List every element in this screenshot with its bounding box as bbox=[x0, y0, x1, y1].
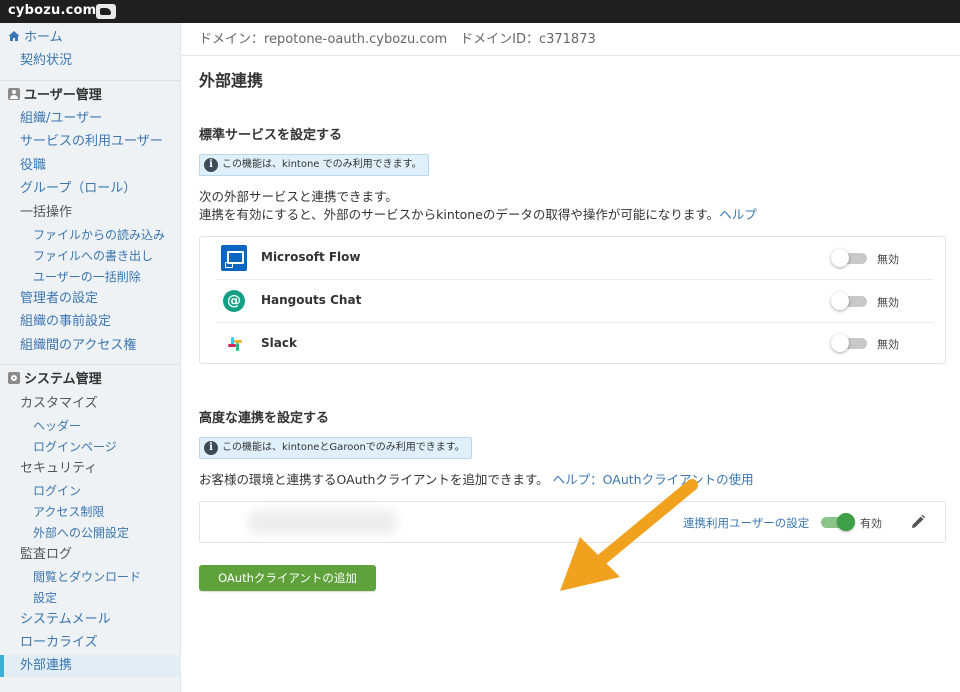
cybozu-mark-icon[interactable] bbox=[96, 4, 116, 19]
advanced-integration-title: 高度な連携を設定する bbox=[199, 411, 330, 426]
sidebar-item-security: セキュリティ bbox=[20, 461, 98, 476]
sidebar-item-login[interactable]: ログイン bbox=[0, 480, 181, 502]
sidebar-item-org-access[interactable]: 組織間のアクセス権 bbox=[0, 335, 181, 357]
sidebar-divider bbox=[0, 80, 181, 81]
sidebar-item-export[interactable]: ファイルへの書き出し bbox=[0, 245, 181, 267]
sidebar-item-login-page[interactable]: ログインページ bbox=[0, 436, 181, 458]
hangouts-chat-toggle[interactable] bbox=[831, 292, 869, 310]
sidebar-group-system-admin: システム管理 bbox=[0, 369, 181, 391]
sidebar-item-service-users[interactable]: サービスの利用ユーザー bbox=[0, 131, 181, 153]
slack-toggle[interactable] bbox=[831, 334, 869, 352]
cybozu-logo[interactable]: cybozu.com bbox=[8, 3, 96, 18]
standard-description: 次の外部サービスと連携できます。 bbox=[199, 189, 398, 204]
top-bar: cybozu.com bbox=[0, 0, 960, 23]
sidebar-item-bulk-ops: 一括操作 bbox=[20, 205, 73, 220]
standard-services-title: 標準サービスを設定する bbox=[199, 128, 343, 143]
advanced-description-text: お客様の環境と連携するOAuthクライアントを追加できます。 bbox=[199, 472, 549, 487]
toggle-state-label: 無効 bbox=[877, 338, 899, 351]
service-row-microsoft-flow: Microsoft Flow 無効 bbox=[200, 237, 945, 279]
sidebar-item-label: ホーム bbox=[24, 30, 63, 45]
edit-pencil-icon[interactable] bbox=[910, 514, 926, 530]
sidebar-item-audit-log: 監査ログ bbox=[20, 547, 73, 562]
sidebar-item-external-sharing[interactable]: 外部への公開設定 bbox=[0, 522, 181, 544]
oauth-client-name-redacted bbox=[248, 510, 398, 534]
sidebar-item-org-users[interactable]: 組織/ユーザー bbox=[0, 108, 181, 130]
sidebar-group-label: システム管理 bbox=[24, 372, 102, 387]
user-admin-icon bbox=[8, 88, 20, 100]
standard-description-text: 連携を有効にすると、外部のサービスからkintoneのデータの取得や操作が可能に… bbox=[199, 207, 720, 222]
sidebar-item-org-presets[interactable]: 組織の事前設定 bbox=[0, 311, 181, 333]
sidebar-item-system-mail[interactable]: システムメール bbox=[0, 609, 181, 631]
info-icon: i bbox=[204, 158, 218, 172]
sidebar-item-localize[interactable]: ローカライズ bbox=[0, 632, 181, 654]
annotation-arrow bbox=[560, 479, 698, 591]
help-link[interactable]: ヘルプ bbox=[719, 207, 757, 222]
sidebar-group-user-admin: ユーザー管理 bbox=[0, 85, 181, 107]
microsoft-flow-icon bbox=[221, 245, 247, 271]
sidebar-item-view-download[interactable]: 閲覧とダウンロード bbox=[0, 566, 181, 588]
service-name: Slack bbox=[261, 336, 297, 350]
notice-text: この機能は、kintone でのみ利用できます。 bbox=[222, 159, 422, 170]
sidebar-item-customize: カスタマイズ bbox=[20, 396, 98, 411]
advanced-notice: i この機能は、kintoneとGaroonでのみ利用できます。 bbox=[199, 437, 472, 459]
page-title: 外部連携 bbox=[199, 71, 264, 90]
sidebar-divider bbox=[0, 364, 181, 365]
sidebar-item-groups[interactable]: グループ（ロール） bbox=[0, 178, 181, 200]
standard-notice: i この機能は、kintone でのみ利用できます。 bbox=[199, 154, 429, 176]
sidebar-item-contract[interactable]: 契約状況 bbox=[0, 50, 181, 72]
sidebar-item-home[interactable]: ホーム bbox=[0, 27, 181, 49]
sidebar-item-admin-settings[interactable]: 管理者の設定 bbox=[0, 288, 181, 310]
microsoft-flow-toggle[interactable] bbox=[831, 249, 869, 267]
sidebar-item-audit-settings[interactable]: 設定 bbox=[0, 587, 181, 609]
standard-description-2: 連携を有効にすると、外部のサービスからkintoneのデータの取得や操作が可能に… bbox=[199, 204, 757, 223]
sidebar-item-bulk-delete[interactable]: ユーザーの一括削除 bbox=[0, 266, 181, 288]
domain-info: ドメイン：repotone-oauth.cybozu.com ドメインID：c3… bbox=[182, 23, 960, 56]
notice-text: この機能は、kintoneとGaroonでのみ利用できます。 bbox=[222, 442, 465, 453]
hangouts-chat-icon: @ bbox=[223, 290, 245, 312]
service-name: Microsoft Flow bbox=[261, 250, 361, 264]
sidebar-item-access-restriction[interactable]: アクセス制限 bbox=[0, 501, 181, 523]
toggle-state-label: 無効 bbox=[877, 253, 899, 266]
info-icon: i bbox=[204, 441, 218, 455]
service-list: Microsoft Flow 無効 @ Hangouts Chat 無効 Sla… bbox=[199, 236, 946, 364]
oauth-client-toggle[interactable] bbox=[817, 513, 855, 531]
add-oauth-client-button[interactable]: OAuthクライアントの追加 bbox=[199, 565, 376, 591]
sidebar-item-import[interactable]: ファイルからの読み込み bbox=[0, 224, 181, 246]
service-row-hangouts-chat: @ Hangouts Chat 無効 bbox=[200, 280, 945, 322]
service-name: Hangouts Chat bbox=[261, 293, 362, 307]
toggle-state-label: 有効 bbox=[860, 517, 882, 530]
sidebar-item-header[interactable]: ヘッダー bbox=[0, 415, 181, 437]
main-content: ドメイン：repotone-oauth.cybozu.com ドメインID：c3… bbox=[182, 23, 960, 692]
service-row-slack: Slack 無効 bbox=[200, 323, 945, 365]
slack-icon bbox=[227, 336, 243, 352]
toggle-state-label: 無効 bbox=[877, 296, 899, 309]
home-icon bbox=[8, 28, 20, 41]
sidebar-group-label: ユーザー管理 bbox=[24, 88, 102, 103]
sidebar-item-external-integration[interactable]: 外部連携 bbox=[0, 655, 181, 677]
system-admin-icon bbox=[8, 372, 20, 384]
sidebar-item-roles[interactable]: 役職 bbox=[0, 155, 181, 177]
admin-sidebar: ホーム 契約状況 ユーザー管理 組織/ユーザー サービスの利用ユーザー 役職 グ… bbox=[0, 23, 181, 692]
